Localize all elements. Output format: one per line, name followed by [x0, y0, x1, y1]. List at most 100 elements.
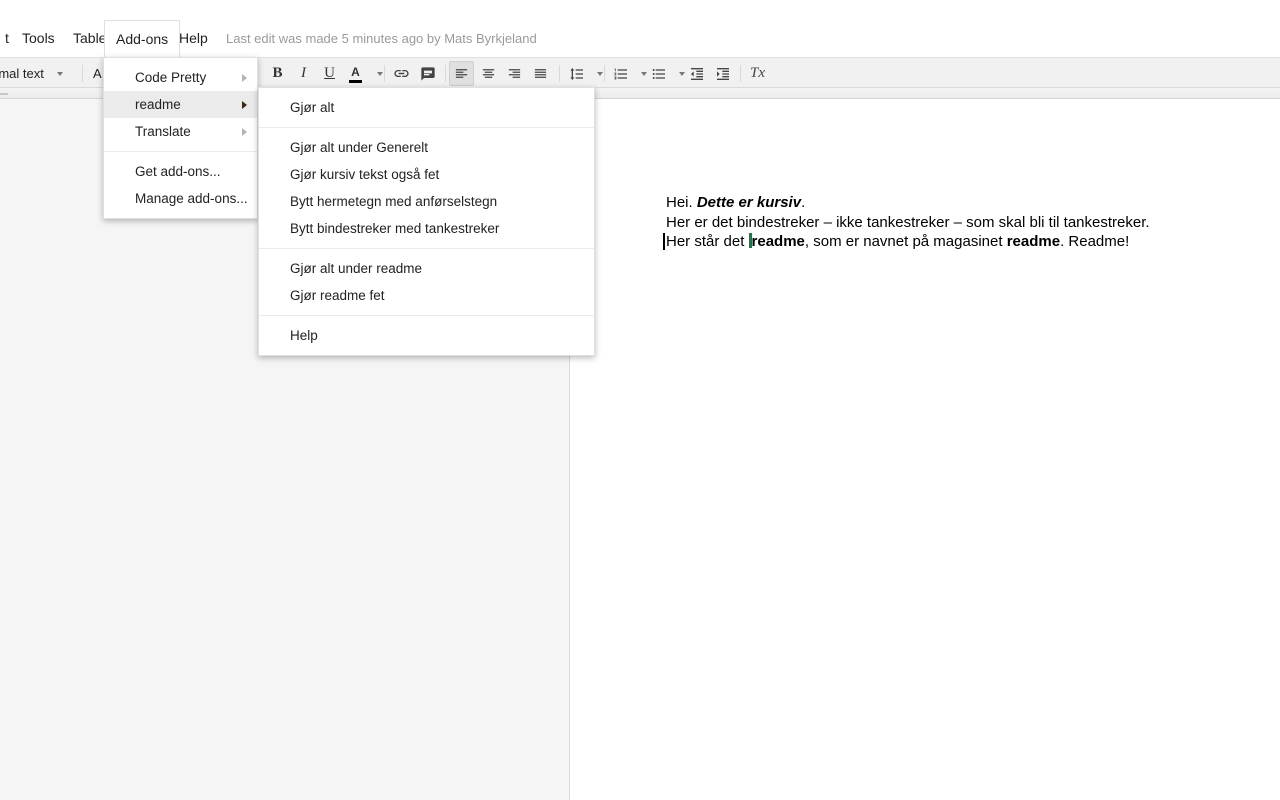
menu-item-label: Manage add-ons...: [135, 191, 248, 206]
menu-bar: t Tools Table Add-ons Help Last edit was…: [0, 20, 1280, 58]
menu-item-gjor-readme-fet[interactable]: Gjør readme fet: [259, 282, 594, 309]
clear-formatting-icon: Tx: [750, 65, 765, 81]
bold-button[interactable]: B: [265, 61, 290, 86]
menu-item-bytt-bindestreker[interactable]: Bytt bindestreker med tankestreker: [259, 215, 594, 242]
align-center-icon: [482, 69, 495, 78]
line-spacing-button[interactable]: [564, 61, 589, 86]
menu-separator: [259, 248, 594, 249]
menu-item-label: Bytt hermetegn med anførselstegn: [290, 194, 498, 209]
menu-item-label: Help: [290, 328, 318, 343]
text-color-swatch: [349, 80, 362, 83]
menu-item-label: Bytt bindestreker med tankestreker: [290, 221, 500, 236]
numbered-list-icon: [613, 68, 627, 79]
docs-window: t Tools Table Add-ons Help Last edit was…: [0, 0, 1280, 800]
menu-item-help[interactable]: Help: [259, 322, 594, 349]
menu-item-get-add-ons[interactable]: Get add-ons...: [104, 158, 257, 185]
menu-item-label: Get add-ons...: [135, 164, 221, 179]
comment-icon: [420, 66, 435, 81]
menu-item-gjor-alt-under-generelt[interactable]: Gjør alt under Generelt: [259, 134, 594, 161]
line1-text-start: Hei.: [666, 194, 697, 211]
underline-button[interactable]: U: [317, 61, 342, 86]
menu-item-bytt-hermetegn[interactable]: Bytt hermetegn med anførselstegn: [259, 188, 594, 215]
line3-text-middle: , som er navnet på magasinet: [804, 233, 1007, 250]
text-color-button[interactable]: A: [343, 61, 368, 86]
align-center-button[interactable]: [476, 61, 501, 86]
menu-item-gjor-alt[interactable]: Gjør alt: [259, 94, 594, 121]
increase-indent-button[interactable]: [710, 61, 735, 86]
font-name-value: A: [93, 66, 102, 81]
text-color-icon: A: [351, 65, 360, 79]
line3-text-end: . Readme!: [1060, 233, 1130, 250]
last-edit-status[interactable]: Last edit was made 5 minutes ago by Mats…: [226, 20, 537, 57]
menu-item-label: Gjør alt under Generelt: [290, 140, 429, 155]
align-right-button[interactable]: [502, 61, 527, 86]
line2-text: Her er det bindestreker – ikke tankestre…: [666, 213, 1150, 231]
decrease-indent-icon: [690, 67, 703, 80]
addons-dropdown-menu[interactable]: Code Pretty readme Translate Get add-ons…: [103, 57, 258, 219]
menu-item-label: Gjør alt under readme: [290, 261, 423, 276]
document-page[interactable]: Hei. Dette er kursiv. Her er det bindest…: [569, 99, 1280, 800]
align-justify-button[interactable]: [528, 61, 553, 86]
ruler-indent-marker[interactable]: [0, 93, 8, 95]
decrease-indent-button[interactable]: [684, 61, 709, 86]
font-name-dropdown[interactable]: A: [93, 62, 102, 85]
numbered-list-button[interactable]: [608, 61, 633, 86]
menu-item-label: Gjør alt: [290, 100, 335, 115]
chevron-down-icon: [56, 71, 63, 76]
menu-item-label: Code Pretty: [135, 70, 207, 85]
chevron-down-icon: [596, 71, 603, 76]
text-caret: [663, 233, 665, 250]
menu-separator: [259, 127, 594, 128]
submenu-arrow-icon: [242, 101, 247, 109]
increase-indent-icon: [716, 67, 729, 80]
chevron-down-icon: [376, 71, 383, 76]
align-right-icon: [508, 69, 521, 78]
align-left-button[interactable]: [449, 61, 474, 86]
line1-text-end: .: [801, 194, 806, 211]
menu-addons[interactable]: Add-ons: [104, 20, 181, 58]
menu-item-gjor-kursiv-tekst-ogsa-fet[interactable]: Gjør kursiv tekst også fet: [259, 161, 594, 188]
menu-item-gjor-alt-under-readme[interactable]: Gjør alt under readme: [259, 255, 594, 282]
document-line-1[interactable]: Hei. Dette er kursiv.: [666, 193, 1150, 213]
toolbar-separator: [445, 65, 446, 82]
line3-text-start: Her står det: [666, 233, 749, 250]
line1-bold-italic: Dette er kursiv: [696, 194, 802, 211]
readme-submenu[interactable]: Gjør alt Gjør alt under Generelt Gjør ku…: [258, 87, 595, 356]
menu-item-readme[interactable]: readme: [104, 91, 257, 118]
link-icon: [394, 69, 409, 78]
submenu-arrow-icon: [242, 74, 247, 82]
line-spacing-icon: [569, 67, 583, 80]
bulleted-list-icon: [652, 68, 665, 79]
document-line-3[interactable]: Her står det readme, som er navnet på ma…: [663, 232, 1150, 252]
submenu-arrow-icon: [242, 128, 247, 136]
menu-item-manage-add-ons[interactable]: Manage add-ons...: [104, 185, 257, 212]
italic-icon: I: [301, 65, 306, 81]
bulleted-list-button[interactable]: [646, 61, 671, 86]
underline-icon: U: [324, 65, 335, 81]
paragraph-style-dropdown[interactable]: rmal text: [0, 62, 63, 85]
toolbar-separator: [384, 65, 385, 82]
menu-separator: [259, 315, 594, 316]
toolbar-separator: [559, 65, 560, 82]
menu-tools[interactable]: Tools: [11, 20, 66, 57]
clear-formatting-button[interactable]: Tx: [745, 61, 770, 86]
italic-button[interactable]: I: [291, 61, 316, 86]
menu-item-translate[interactable]: Translate: [104, 118, 257, 145]
document-line-2[interactable]: Her er det bindestreker – ikke tankestre…: [666, 213, 1150, 233]
line3-bold-1: readme: [751, 233, 805, 250]
add-comment-button[interactable]: [415, 61, 440, 86]
align-justify-icon: [534, 69, 547, 78]
toolbar-separator: [740, 65, 741, 82]
insert-link-button[interactable]: [389, 61, 414, 86]
menu-item-label: Gjør readme fet: [290, 288, 385, 303]
line3-bold-2: readme: [1006, 233, 1061, 250]
menu-item-label: Translate: [135, 124, 191, 139]
toolbar-separator: [82, 65, 83, 82]
menu-item-code-pretty[interactable]: Code Pretty: [104, 64, 257, 91]
toolbar-separator: [604, 65, 605, 82]
document-body[interactable]: Hei. Dette er kursiv. Her er det bindest…: [663, 193, 1150, 252]
menu-item-label: readme: [135, 97, 181, 112]
align-left-icon: [455, 69, 468, 78]
menu-separator: [104, 151, 257, 152]
bold-icon: B: [272, 65, 283, 81]
